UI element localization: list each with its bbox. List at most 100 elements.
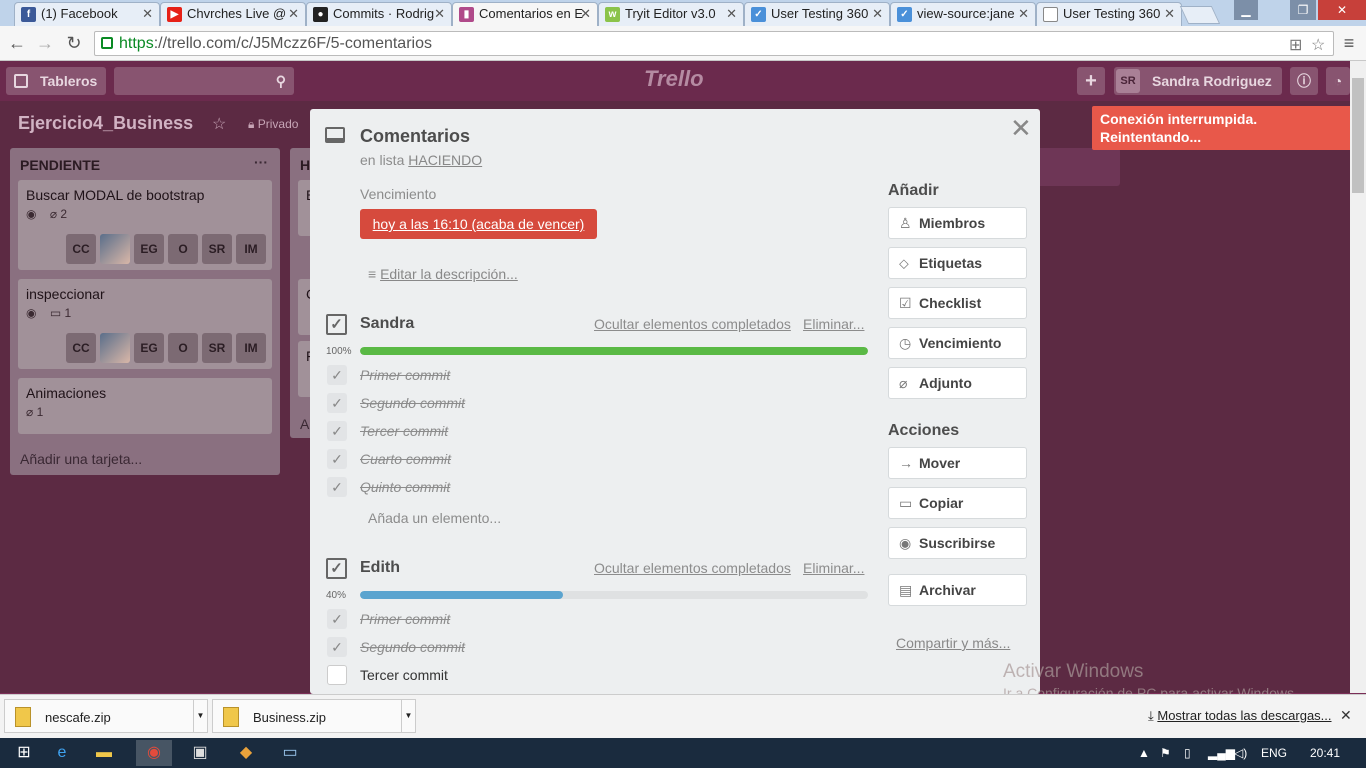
checklist-button[interactable]: ☑ Checklist [888,287,1027,319]
avatar[interactable]: EG [134,333,164,363]
browser-tab[interactable]: w Tryit Editor v3.0 ✕ [598,2,744,26]
bookmark-star-icon[interactable]: ☆ [1311,35,1325,55]
checkbox[interactable]: ✓ [327,637,347,657]
copy-button[interactable]: ▭ Copiar [888,487,1027,519]
avatar[interactable]: CC [66,234,96,264]
delete-checklist-link[interactable]: Eliminar... [803,560,864,576]
add-card-link[interactable]: A [300,416,309,432]
close-icon[interactable]: ✕ [726,6,737,22]
checkbox[interactable]: ✓ [327,609,347,629]
share-more-link[interactable]: Compartir y más... [896,635,1010,651]
language-indicator[interactable]: ENG [1261,746,1287,760]
browser-tab[interactable]: ✓ view-source:jane ✕ [890,2,1036,26]
back-icon[interactable]: ← [6,32,28,54]
close-icon[interactable]: ✕ [1340,707,1352,724]
avatar[interactable]: O [168,234,198,264]
checklist-item[interactable]: Tercer commit [360,667,448,683]
avatar[interactable]: SR [202,234,232,264]
volume-icon[interactable]: ◁) [1234,746,1247,760]
file-explorer-icon[interactable]: ▬ [86,740,122,766]
checklist-item[interactable]: Tercer commit [360,423,448,439]
card[interactable]: inspeccionar ◉ ▭ 1 CC EG O SR IM [18,279,272,369]
search-input[interactable]: ⚲ [114,67,294,95]
checkbox[interactable]: ✓ [327,393,347,413]
avatar[interactable]: IM [236,333,266,363]
chrome-icon[interactable]: ◉ [136,740,172,766]
checkbox[interactable] [327,665,347,685]
scrollbar-thumb[interactable] [1352,78,1364,193]
labels-button[interactable]: ⬦ Etiquetas [888,247,1027,279]
close-icon[interactable]: ✕ [872,6,883,22]
url-field[interactable]: https://trello.com/c/J5Mczz6F/5-comentar… [94,31,1334,56]
checkbox[interactable]: ✓ [327,449,347,469]
add-card-link[interactable]: Añadir una tarjeta... [20,451,142,467]
avatar[interactable]: EG [134,234,164,264]
notification-bell-icon[interactable]: ◔ [1326,67,1350,95]
download-item[interactable]: Business.zip ▼ [212,699,416,733]
list-link[interactable]: HACIENDO [408,152,482,168]
checkbox[interactable]: ✓ [327,477,347,497]
visibility-badge[interactable]: 🔒︎ Privado [248,117,298,132]
checklist-item[interactable]: Cuarto commit [360,451,451,467]
checklist-item[interactable]: Primer commit [360,367,450,383]
checklist-item[interactable]: Primer commit [360,611,450,627]
avatar[interactable] [100,234,130,264]
checkbox[interactable]: ✓ [327,365,347,385]
info-icon[interactable]: ⓘ [1290,67,1318,95]
browser-tab[interactable]: ✓ User Testing 360 ✕ [744,2,890,26]
checklist-title[interactable]: Edith [360,559,400,577]
close-icon[interactable]: ✕ [1010,115,1032,141]
menu-icon[interactable]: ≡ [1338,32,1360,54]
list-title[interactable]: H [300,157,310,173]
user-menu-button[interactable]: SR Sandra Rodriguez [1114,67,1282,95]
close-icon[interactable]: ✕ [1018,6,1029,22]
browser-tab[interactable]: ▶ Chvrches Live @ ✕ [160,2,306,26]
browser-tab-active[interactable]: ▮ Comentarios en E ✕ [452,2,598,26]
avatar[interactable]: CC [66,333,96,363]
internet-explorer-icon[interactable]: e [44,740,80,766]
chevron-down-icon[interactable]: ▼ [401,700,415,732]
app-icon[interactable]: ▣ [182,740,218,766]
avatar[interactable]: SR [202,333,232,363]
archive-button[interactable]: ▤ Archivar [888,574,1027,606]
checklist-item[interactable]: Segundo commit [360,639,465,655]
minimize-icon[interactable]: ▁ [1234,0,1258,20]
due-date-sidebar-button[interactable]: ◷ Vencimiento [888,327,1027,359]
add-item-link[interactable]: Añada un elemento... [368,510,501,526]
close-icon[interactable]: ✕ [434,6,445,22]
edit-description-link[interactable]: ≡ Editar la descripción... [368,266,518,282]
avatar[interactable] [100,333,130,363]
list-title[interactable]: PENDIENTE [20,157,100,173]
close-icon[interactable]: ✕ [1164,6,1175,22]
browser-tab[interactable]: f (1) Facebook ✕ [14,2,160,26]
list-menu-icon[interactable]: ··· [254,154,268,170]
git-icon[interactable]: ◆ [228,740,264,766]
checkbox[interactable]: ✓ [327,421,347,441]
download-item[interactable]: nescafe.zip ▼ [4,699,208,733]
add-icon[interactable]: + [1077,67,1105,95]
chevron-down-icon[interactable]: ▼ [193,700,207,732]
star-icon[interactable]: ☆ [212,114,226,134]
hide-completed-link[interactable]: Ocultar elementos completados [594,316,791,332]
close-icon[interactable]: ✕ [288,6,299,22]
tray-expand-icon[interactable]: ▲ [1138,746,1150,760]
move-button[interactable]: → Mover [888,447,1027,479]
restore-icon[interactable]: ❐ [1290,0,1316,20]
delete-checklist-link[interactable]: Eliminar... [803,316,864,332]
checklist-title[interactable]: Sandra [360,315,414,333]
avatar[interactable]: IM [236,234,266,264]
members-button[interactable]: ♙ Miembros [888,207,1027,239]
card[interactable]: Buscar MODAL de bootstrap ◉ ⌀ 2 CC EG O … [18,180,272,270]
due-date-button[interactable]: hoy a las 16:10 (acaba de vencer) [360,209,597,239]
windows-start-icon[interactable]: ⊞ [6,740,42,766]
close-icon[interactable]: ✕ [142,6,153,22]
window-close-icon[interactable]: ✕ [1318,0,1366,20]
window-app-icon[interactable]: ▭ [272,740,308,766]
new-tab-button[interactable] [1179,6,1221,24]
checklist-item[interactable]: Segundo commit [360,395,465,411]
avatar[interactable]: O [168,333,198,363]
browser-tab[interactable]: ● Commits · Rodrig ✕ [306,2,452,26]
board-title[interactable]: Ejercicio4_Business [18,113,193,134]
card[interactable]: Animaciones ⌀ 1 [18,378,272,434]
hide-completed-link[interactable]: Ocultar elementos completados [594,560,791,576]
